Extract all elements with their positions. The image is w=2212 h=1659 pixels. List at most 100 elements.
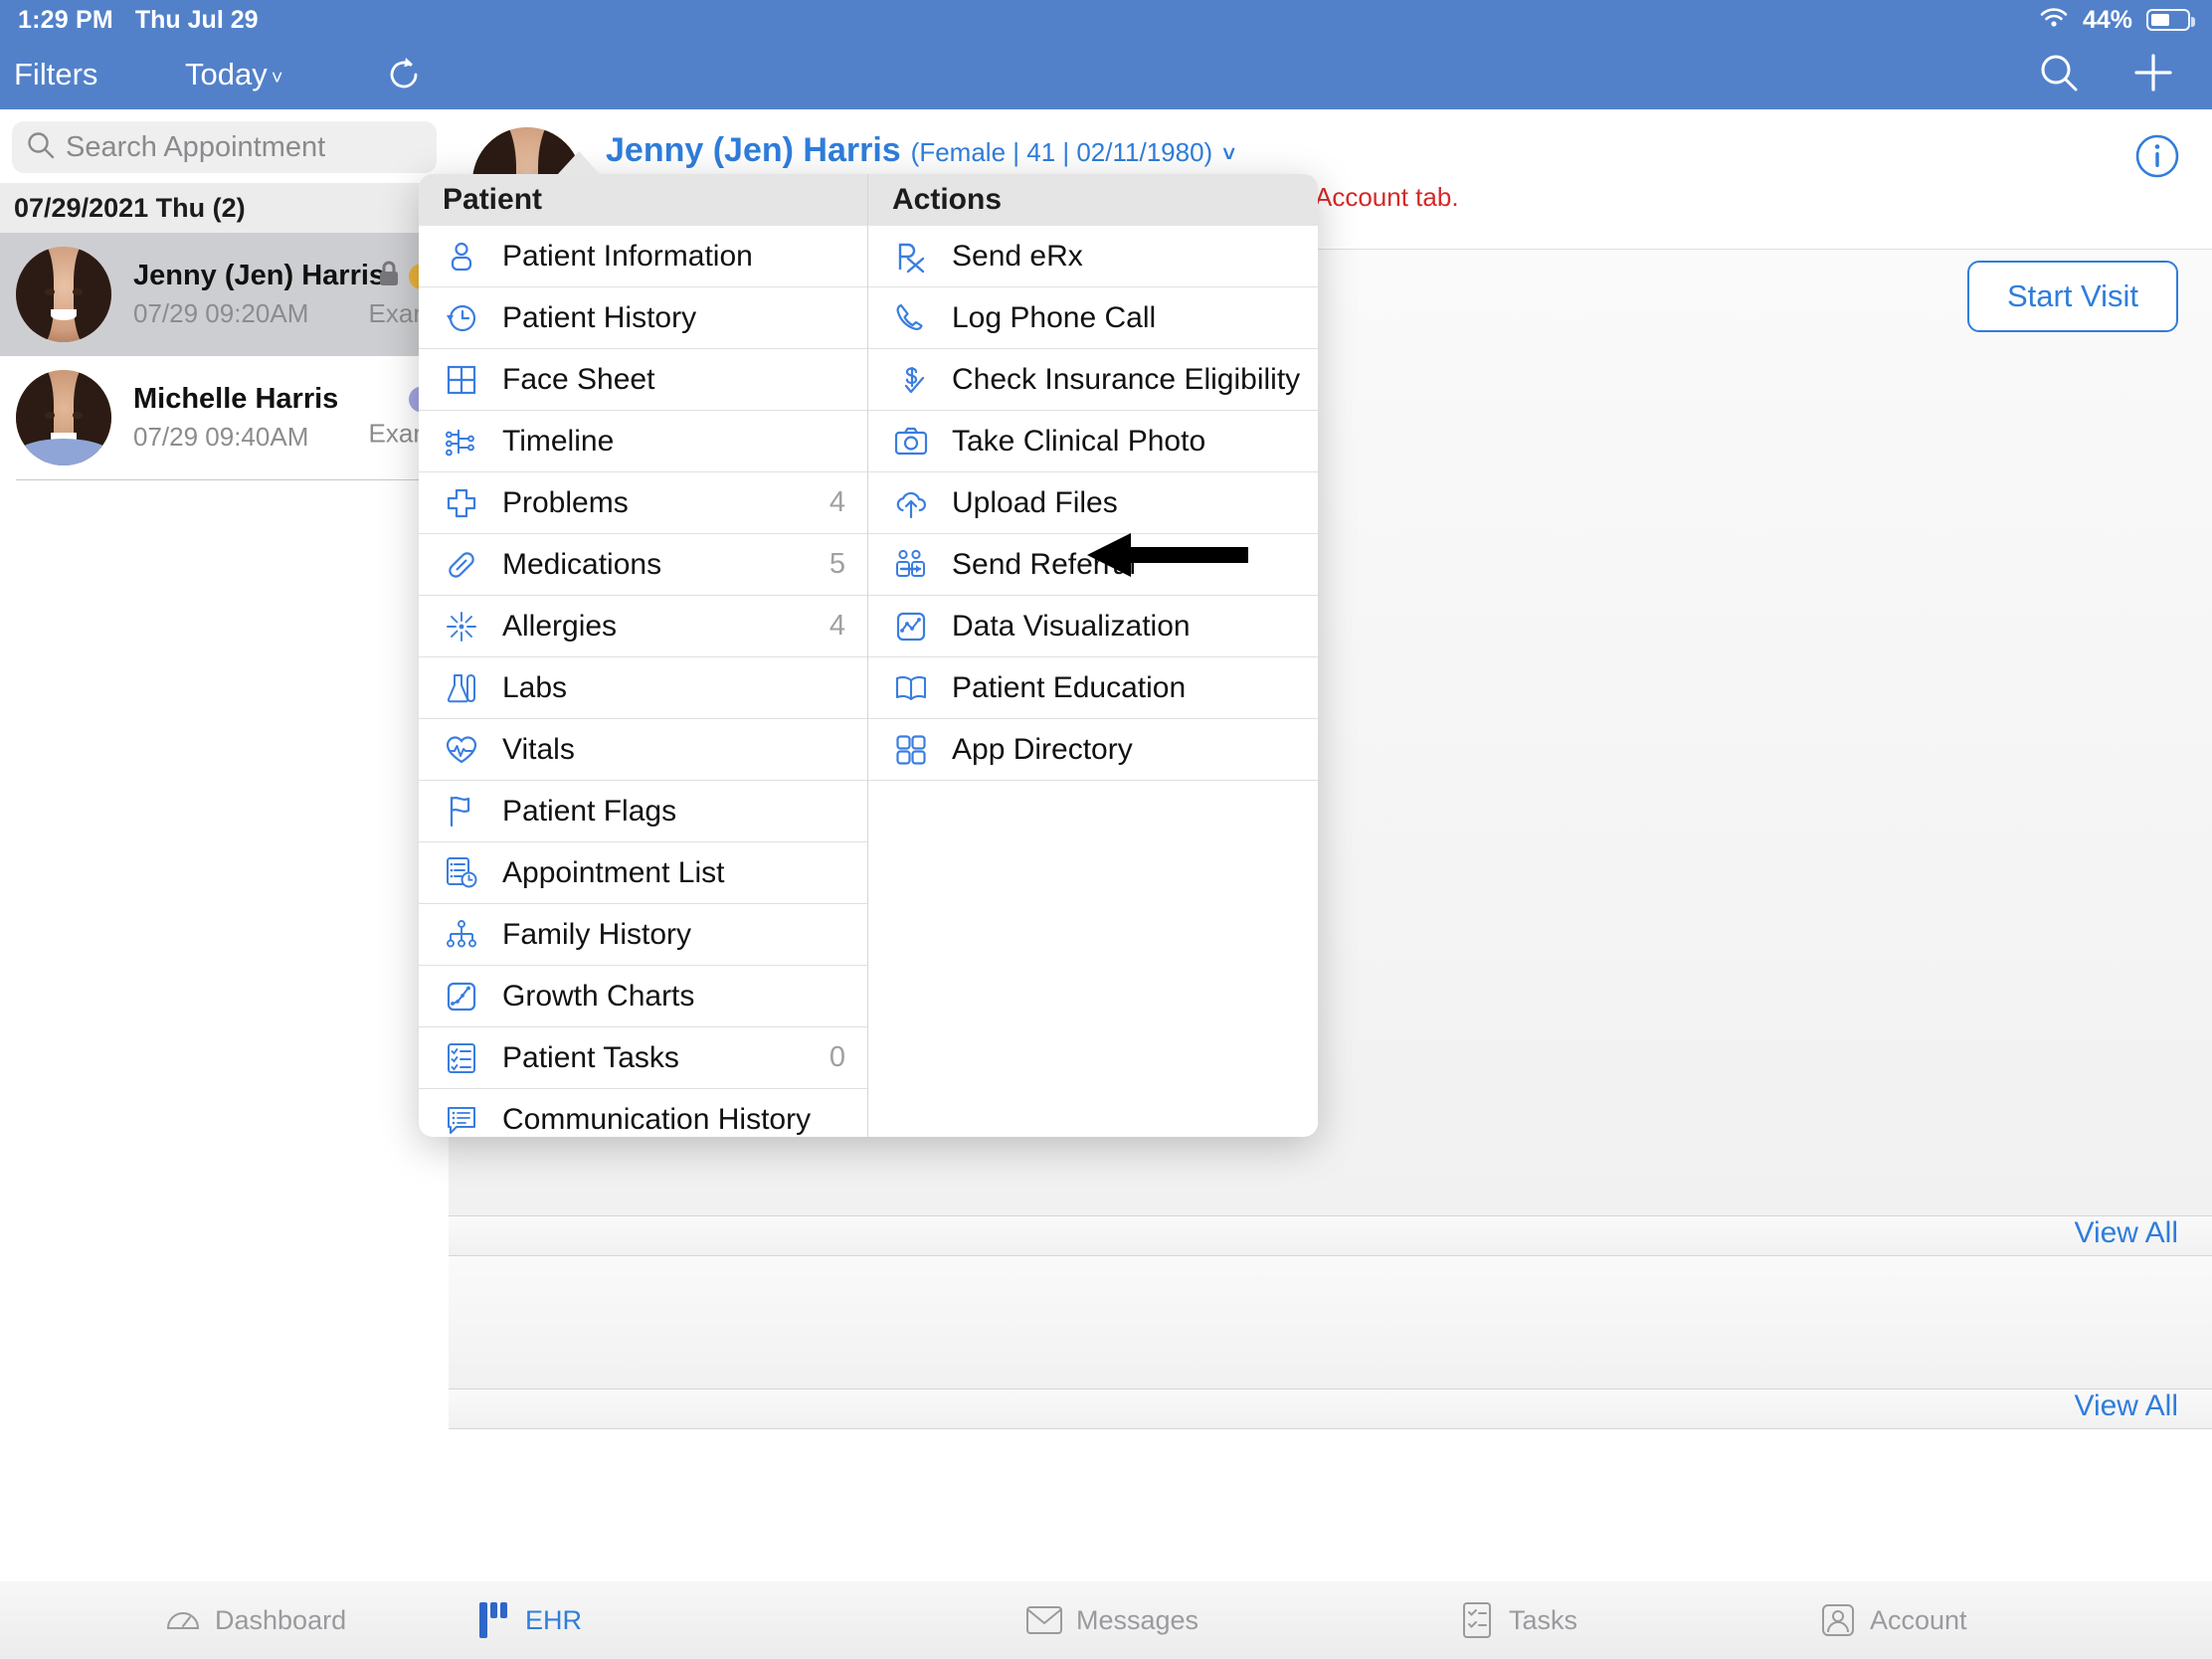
- menu-item-app-directory[interactable]: App Directory: [868, 719, 1318, 781]
- growth-chart-icon: [443, 978, 480, 1015]
- menu-item-allergies[interactable]: Allergies 4: [419, 596, 867, 657]
- menu-item-label: Problems: [502, 485, 629, 519]
- rx-icon: [892, 238, 930, 276]
- patient-demographics: (Female | 41 | 02/11/1980): [910, 137, 1213, 167]
- plus-icon[interactable]: [2130, 50, 2176, 100]
- tab-label: Messages: [1076, 1604, 1199, 1635]
- search-icon[interactable]: [2037, 51, 2081, 99]
- heart-pulse-icon: [443, 731, 480, 769]
- search-bar-container: [0, 109, 449, 183]
- appointment-row-jenny-harris[interactable]: Jenny (Jen) Harris 07/29 09:20AM Exam: [0, 233, 449, 356]
- appointment-time: 07/29 09:40AM: [133, 422, 309, 452]
- menu-item-labs[interactable]: Labs: [419, 657, 867, 719]
- menu-item-log-phone-call[interactable]: Log Phone Call: [868, 287, 1318, 349]
- speedometer-icon: [163, 1600, 203, 1640]
- filters-button[interactable]: Filters: [14, 57, 97, 92]
- chat-list-icon: [443, 1101, 480, 1138]
- popover-column-actions: Actions Send eRx Log Phone Call Check In…: [868, 174, 1318, 1137]
- menu-item-label: Patient Flags: [502, 794, 677, 828]
- menu-item-family-history[interactable]: Family History: [419, 904, 867, 966]
- menu-item-label: Timeline: [502, 424, 615, 458]
- person-icon: [443, 238, 480, 276]
- patient-actions-popover: Patient Patient Information Patient Hist…: [419, 174, 1318, 1137]
- menu-item-label: Patient Tasks: [502, 1040, 679, 1074]
- menu-item-growth-charts[interactable]: Growth Charts: [419, 966, 867, 1027]
- menu-item-patient-education[interactable]: Patient Education: [868, 657, 1318, 719]
- status-time: 1:29 PM: [18, 5, 113, 34]
- tab-label: Dashboard: [215, 1604, 347, 1635]
- annotation-arrow-left-icon: [1087, 531, 1248, 584]
- clock-history-icon: [443, 299, 480, 337]
- menu-item-take-clinical-photo[interactable]: Take Clinical Photo: [868, 411, 1318, 472]
- account-icon: [1818, 1600, 1858, 1640]
- chevron-down-icon[interactable]: ˅: [1222, 141, 1235, 167]
- battery-percent: 44%: [2082, 5, 2132, 34]
- search-appointment-field[interactable]: [12, 121, 437, 173]
- tab-messages[interactable]: Messages: [1024, 1600, 1198, 1640]
- status-bar: 1:29 PM Thu Jul 29 44%: [0, 0, 2212, 40]
- panel-section-1-footer: View All: [449, 1216, 2212, 1256]
- page-title: Jenny (Jen) Harris: [606, 131, 901, 169]
- menu-item-upload-files[interactable]: Upload Files: [868, 472, 1318, 534]
- menu-item-vitals[interactable]: Vitals: [419, 719, 867, 781]
- menu-item-communication-history[interactable]: Communication History: [419, 1089, 867, 1137]
- appointments-sidebar: Filters Today ˅ 07/29/2021 Thu (2): [0, 40, 449, 1659]
- tab-account[interactable]: Account: [1818, 1600, 1967, 1640]
- menu-item-patient-tasks[interactable]: Patient Tasks 0: [419, 1027, 867, 1089]
- sidebar-nav-bar: Filters Today ˅: [0, 40, 449, 109]
- main-nav-bar: [449, 40, 2212, 109]
- menu-item-appointment-list[interactable]: Appointment List: [419, 842, 867, 904]
- menu-item-label: Growth Charts: [502, 979, 695, 1013]
- flag-icon: [443, 793, 480, 830]
- timeline-icon: [443, 423, 480, 461]
- avatar: [16, 247, 111, 342]
- panel-section-2: [449, 1256, 2212, 1389]
- line-chart-icon: [892, 608, 930, 645]
- menu-item-data-visualization[interactable]: Data Visualization: [868, 596, 1318, 657]
- view-all-button-2[interactable]: View All: [449, 1389, 2212, 1423]
- menu-item-face-sheet[interactable]: Face Sheet: [419, 349, 867, 411]
- menu-item-count: 5: [829, 548, 845, 580]
- menu-item-label: Send eRx: [952, 239, 1083, 273]
- info-circle-icon[interactable]: [2134, 133, 2180, 179]
- menu-item-label: Patient History: [502, 300, 697, 334]
- avatar: [16, 370, 111, 465]
- tab-label: Tasks: [1509, 1604, 1578, 1635]
- menu-item-check-insurance-eligibility[interactable]: Check Insurance Eligibility: [868, 349, 1318, 411]
- menu-item-count: 4: [829, 486, 845, 518]
- menu-item-medications[interactable]: Medications 5: [419, 534, 867, 596]
- app-grid-icon: [892, 731, 930, 769]
- menu-item-timeline[interactable]: Timeline: [419, 411, 867, 472]
- tab-tasks[interactable]: Tasks: [1457, 1600, 1577, 1640]
- menu-item-count: 0: [829, 1041, 845, 1073]
- menu-item-count: 4: [829, 610, 845, 642]
- allergy-burst-icon: [443, 608, 480, 645]
- tab-ehr[interactable]: EHR: [473, 1600, 582, 1640]
- date-range-selector[interactable]: Today ˅: [185, 57, 282, 92]
- battery-icon: [2146, 9, 2195, 31]
- search-input[interactable]: [66, 130, 423, 164]
- menu-item-patient-information[interactable]: Patient Information: [419, 226, 867, 287]
- open-book-icon: [892, 669, 930, 707]
- panel-section-2-footer: View All: [449, 1389, 2212, 1429]
- lock-icon: [377, 260, 401, 292]
- tab-dashboard[interactable]: Dashboard: [163, 1600, 346, 1640]
- pill-icon: [443, 546, 480, 584]
- appointment-row-michelle-harris[interactable]: Michelle Harris 07/29 09:40AM Exam: [0, 356, 449, 479]
- menu-item-send-erx[interactable]: Send eRx: [868, 226, 1318, 287]
- refresh-icon[interactable]: [383, 54, 425, 95]
- menu-item-problems[interactable]: Problems 4: [419, 472, 867, 534]
- patient-name-row[interactable]: Jenny (Jen) Harris (Female | 41 | 02/11/…: [606, 131, 1459, 170]
- menu-item-label: Vitals: [502, 732, 575, 766]
- view-all-button-1[interactable]: View All: [449, 1216, 2212, 1250]
- menu-item-label: Patient Information: [502, 239, 753, 273]
- menu-item-patient-history[interactable]: Patient History: [419, 287, 867, 349]
- list-divider: [16, 479, 433, 480]
- menu-item-patient-flags[interactable]: Patient Flags: [419, 781, 867, 842]
- actions-menu-list: Send eRx Log Phone Call Check Insurance …: [868, 226, 1318, 1137]
- start-visit-button[interactable]: Start Visit: [1967, 261, 2178, 332]
- medical-cross-icon: [443, 484, 480, 522]
- day-header: 07/29/2021 Thu (2): [0, 183, 449, 233]
- appointment-list-icon: [443, 854, 480, 892]
- menu-item-label: Family History: [502, 917, 692, 951]
